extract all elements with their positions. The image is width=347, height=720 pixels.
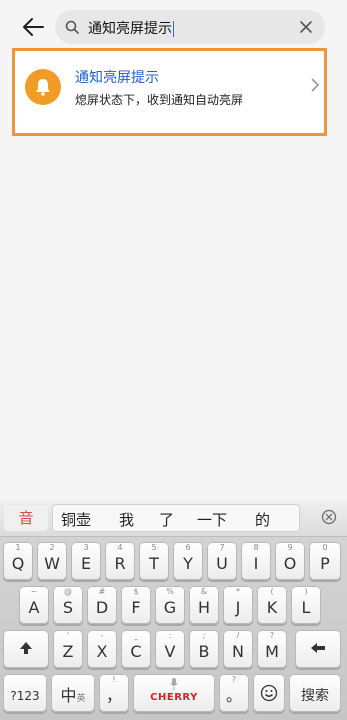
- comma-key[interactable]: !，: [99, 674, 129, 712]
- search-header: 通知亮屏提示: [0, 0, 347, 52]
- key-d[interactable]: # D: [87, 586, 117, 624]
- key-a[interactable]: ~ A: [19, 586, 49, 624]
- language-switch-key[interactable]: 中英: [51, 674, 95, 712]
- space-key[interactable]: CHERRY: [133, 674, 215, 712]
- cherry-logo: CHERRY: [150, 692, 198, 703]
- result-subtitle: 熄屏状态下，收到通知自动亮屏: [75, 93, 244, 107]
- candidate-word[interactable]: 我: [119, 509, 134, 530]
- candidate-list: 铜壶 我 了 一下 的: [52, 504, 300, 532]
- key-g[interactable]: % G: [155, 586, 185, 624]
- text-cursor: [173, 21, 174, 37]
- search-input[interactable]: 通知亮屏提示: [55, 10, 325, 44]
- candidate-word[interactable]: 铜壶: [61, 509, 91, 530]
- key-c[interactable]: _ C: [121, 630, 151, 668]
- clear-icon[interactable]: [299, 19, 313, 38]
- input-mode-button[interactable]: 音: [4, 505, 48, 531]
- key-x[interactable]: -X: [87, 630, 117, 668]
- close-candidates-icon[interactable]: [321, 509, 337, 529]
- period-key[interactable]: ?。: [219, 674, 249, 712]
- key-l[interactable]: ) L: [291, 586, 321, 624]
- key-t[interactable]: 5T: [139, 542, 169, 580]
- numbers-key[interactable]: ?123: [3, 674, 47, 712]
- candidate-word[interactable]: 的: [255, 509, 270, 530]
- microphone-icon: [133, 678, 215, 690]
- key-y[interactable]: 6Y: [173, 542, 203, 580]
- key-o[interactable]: 9O: [275, 542, 305, 580]
- key-r[interactable]: 4R: [105, 542, 135, 580]
- backspace-key[interactable]: [295, 630, 341, 668]
- key-j[interactable]: * J: [223, 586, 253, 624]
- key-s[interactable]: @ S: [53, 586, 83, 624]
- key-u[interactable]: 7U: [207, 542, 237, 580]
- emoji-icon: [253, 684, 285, 702]
- key-p[interactable]: 0P: [309, 542, 341, 580]
- key-i[interactable]: 8I: [241, 542, 271, 580]
- back-arrow-icon[interactable]: [18, 12, 48, 42]
- key-z[interactable]: ' Z: [53, 630, 83, 668]
- key-b[interactable]: ; B: [189, 630, 219, 668]
- result-title: 通知亮屏提示: [75, 70, 159, 86]
- key-v[interactable]: :V: [155, 630, 185, 668]
- key-n[interactable]: / N: [223, 630, 253, 668]
- bell-icon: [25, 69, 61, 105]
- candidate-word[interactable]: 了: [159, 509, 174, 530]
- key-k[interactable]: (K: [257, 586, 287, 624]
- search-result-item[interactable]: 通知亮屏提示 熄屏状态下，收到通知自动亮屏: [12, 48, 327, 136]
- keyboard: 音 铜壶 我 了 一下 的 1Q 2W 3E 4R 5T 6Y 7U 8I 9O…: [0, 500, 347, 720]
- shift-key[interactable]: [3, 630, 49, 668]
- chevron-right-icon: [310, 77, 320, 97]
- candidate-word[interactable]: 一下: [197, 509, 227, 530]
- search-query[interactable]: 通知亮屏提示: [88, 18, 174, 38]
- key-f[interactable]: $ F: [121, 586, 151, 624]
- shift-icon: [3, 640, 49, 656]
- key-w[interactable]: 2W: [37, 542, 67, 580]
- key-m[interactable]: ? M: [257, 630, 287, 668]
- search-icon: [65, 19, 79, 38]
- candidate-bar: 音 铜壶 我 了 一下 的: [0, 500, 347, 537]
- search-key[interactable]: 搜索: [289, 674, 341, 712]
- backspace-icon: [295, 640, 341, 656]
- emoji-key[interactable]: [253, 674, 285, 712]
- key-q[interactable]: 1Q: [3, 542, 33, 580]
- key-e[interactable]: 3E: [71, 542, 101, 580]
- key-h[interactable]: & H: [189, 586, 219, 624]
